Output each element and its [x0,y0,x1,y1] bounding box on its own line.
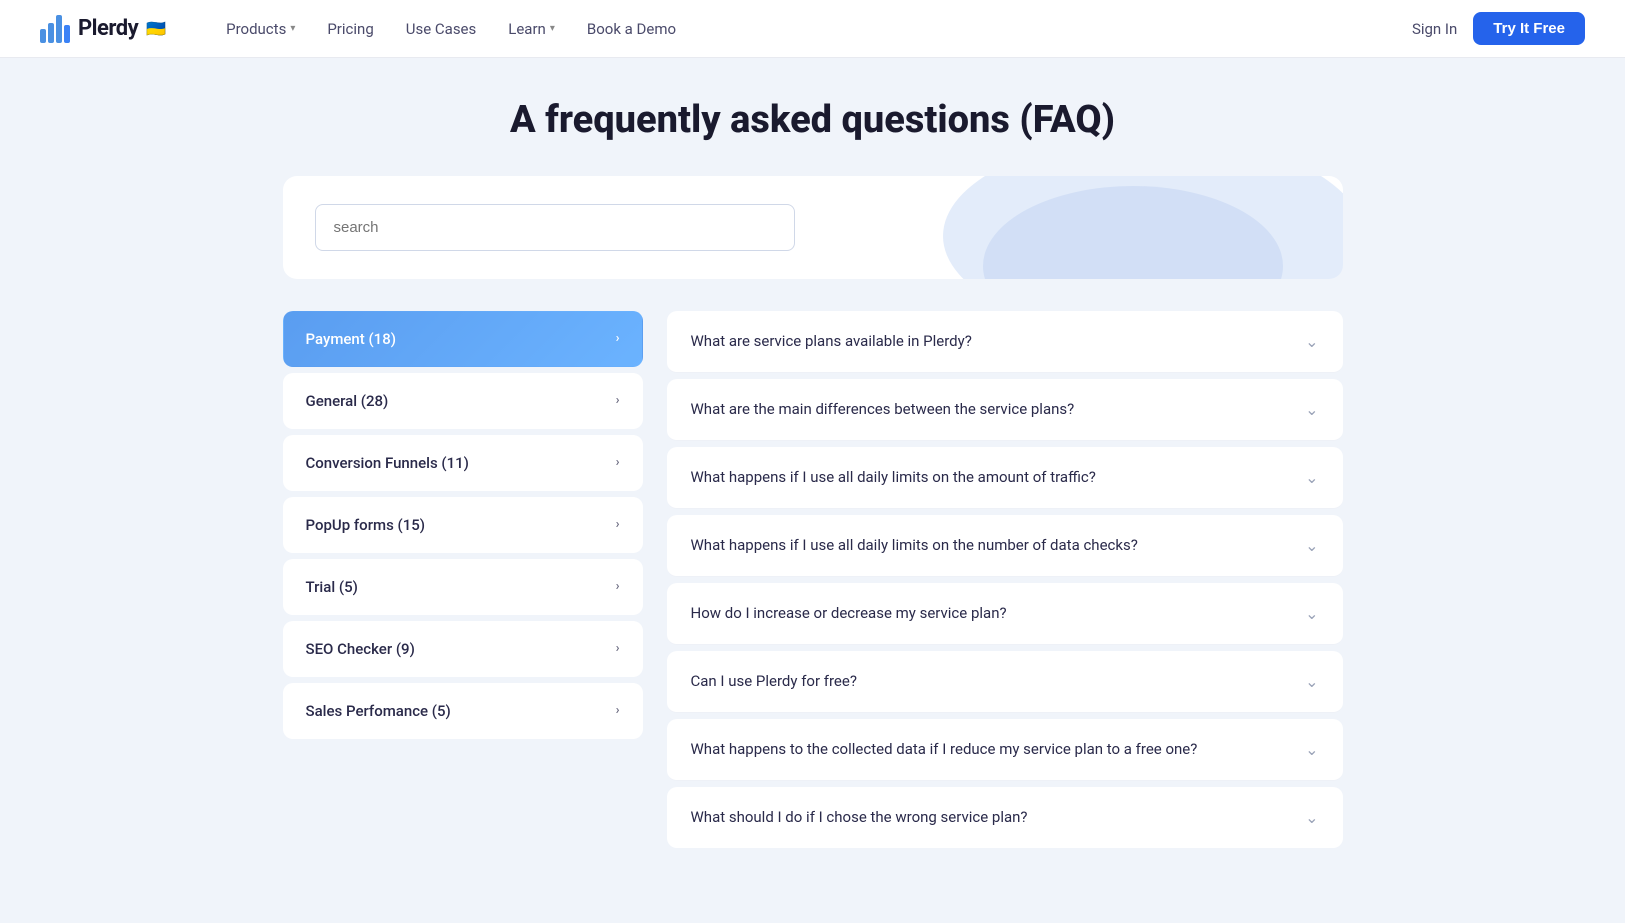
chevron-down-icon: ⌄ [1305,604,1318,623]
products-chevron-icon: ▾ [290,23,295,34]
sign-in-link[interactable]: Sign In [1412,20,1457,38]
nav-use-cases[interactable]: Use Cases [406,20,477,38]
try-free-button[interactable]: Try It Free [1473,12,1585,45]
faq-item-q8[interactable]: What should I do if I chose the wrong se… [667,787,1343,848]
sidebar-item-conversion-funnels[interactable]: Conversion Funnels (11) › [283,435,643,491]
logo-bar-3 [56,15,62,43]
sidebar-item-sales-performance[interactable]: Sales Perfomance (5) › [283,683,643,739]
nav-actions: Sign In Try It Free [1412,12,1585,45]
faq-layout: Payment (18) › General (28) › Conversion… [283,311,1343,854]
nav-book-demo[interactable]: Book a Demo [587,20,676,38]
sidebar-item-popup-forms[interactable]: PopUp forms (15) › [283,497,643,553]
main-content: A frequently asked questions (FAQ) Payme… [263,58,1363,914]
faq-list: What are service plans available in Pler… [667,311,1343,854]
nav-links: Products ▾ Pricing Use Cases Learn ▾ Boo… [226,20,1412,38]
faq-item-q1[interactable]: What are service plans available in Pler… [667,311,1343,373]
chevron-down-icon: ⌄ [1305,740,1318,759]
chevron-down-icon: ⌄ [1305,400,1318,419]
faq-item-q6[interactable]: Can I use Plerdy for free? ⌄ [667,651,1343,713]
search-input[interactable] [315,204,795,251]
nav-products[interactable]: Products ▾ [226,20,295,38]
logo-bar-2 [48,23,54,43]
nav-pricing[interactable]: Pricing [327,20,373,38]
chevron-right-icon: › [616,331,620,346]
sidebar-item-trial[interactable]: Trial (5) › [283,559,643,615]
chevron-right-icon: › [616,393,620,408]
sidebar-item-seo-checker[interactable]: SEO Checker (9) › [283,621,643,677]
nav-learn[interactable]: Learn ▾ [508,20,555,38]
chevron-right-icon: › [616,579,620,594]
flag-icon: 🇺🇦 [146,19,166,38]
chevron-down-icon: ⌄ [1305,536,1318,555]
faq-item-q7[interactable]: What happens to the collected data if I … [667,719,1343,781]
sidebar: Payment (18) › General (28) › Conversion… [283,311,643,743]
faq-item-q3[interactable]: What happens if I use all daily limits o… [667,447,1343,509]
chevron-down-icon: ⌄ [1305,672,1318,691]
chevron-right-icon: › [616,455,620,470]
chevron-right-icon: › [616,703,620,718]
page-title: A frequently asked questions (FAQ) [283,98,1343,144]
chevron-down-icon: ⌄ [1305,808,1318,827]
logo-icon [40,15,70,43]
sidebar-item-payment[interactable]: Payment (18) › [283,311,643,367]
logo-bar-4 [64,25,70,43]
logo-bar-1 [40,29,46,43]
chevron-down-icon: ⌄ [1305,332,1318,351]
sidebar-item-general[interactable]: General (28) › [283,373,643,429]
chevron-right-icon: › [616,517,620,532]
learn-chevron-icon: ▾ [550,23,555,34]
faq-item-q5[interactable]: How do I increase or decrease my service… [667,583,1343,645]
faq-item-q4[interactable]: What happens if I use all daily limits o… [667,515,1343,577]
chevron-right-icon: › [616,641,620,656]
navbar: Plerdy 🇺🇦 Products ▾ Pricing Use Cases L… [0,0,1625,58]
logo-text: Plerdy [78,16,138,41]
chevron-down-icon: ⌄ [1305,468,1318,487]
logo[interactable]: Plerdy 🇺🇦 [40,15,166,43]
search-input-wrapper [315,204,1311,251]
faq-item-q2[interactable]: What are the main differences between th… [667,379,1343,441]
search-section [283,176,1343,279]
